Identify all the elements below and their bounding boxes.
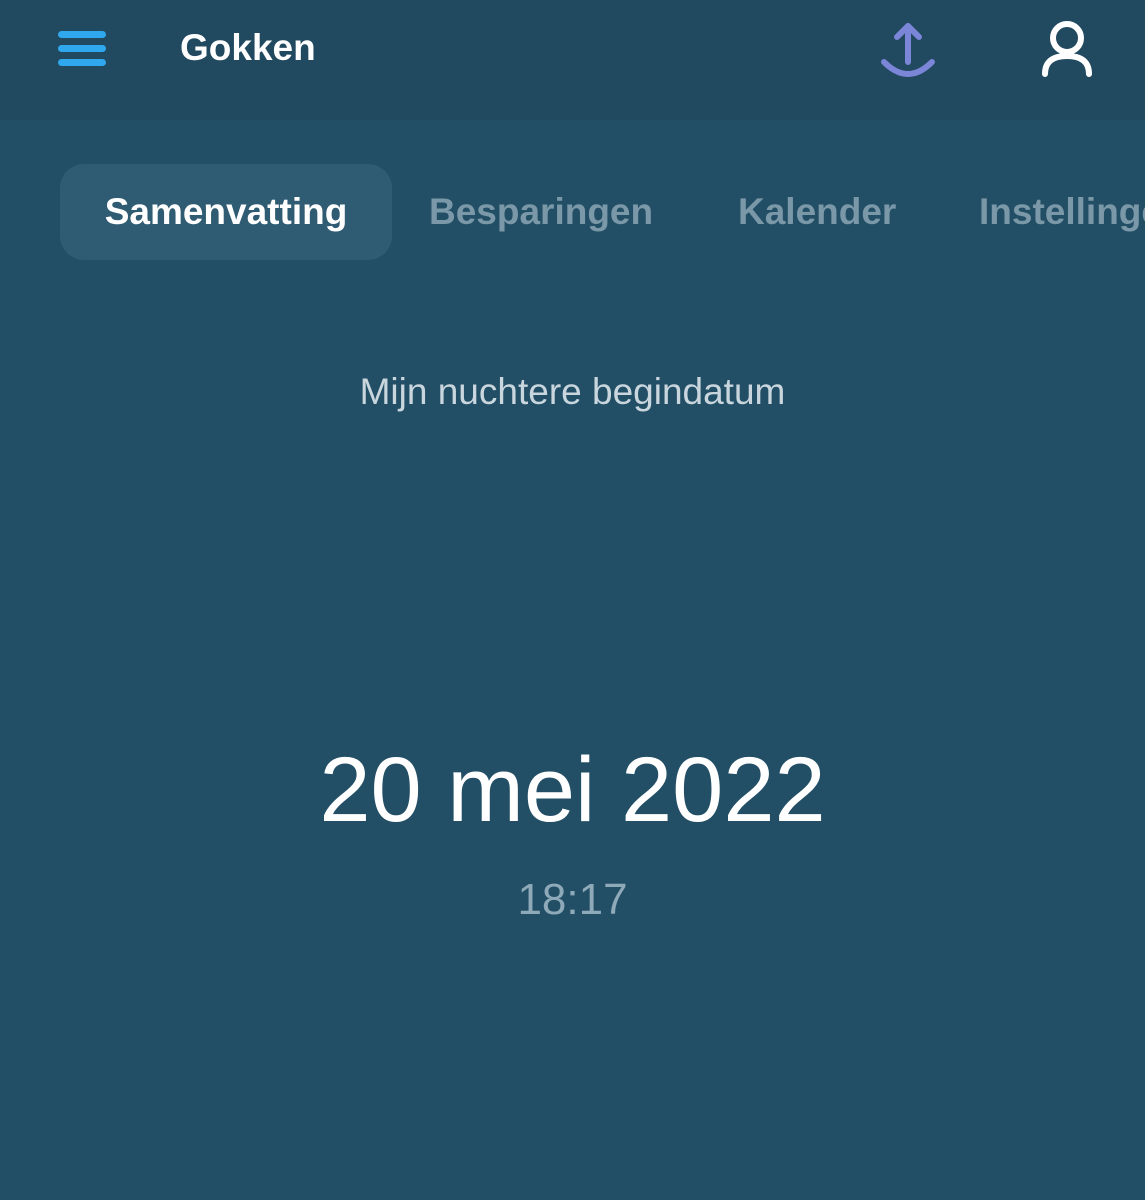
tab-instellingen[interactable]: Instellingen: [979, 164, 1145, 260]
user-profile-icon: [1042, 21, 1092, 77]
tab-besparingen[interactable]: Besparingen: [429, 164, 653, 260]
profile-button[interactable]: [1036, 18, 1098, 80]
sober-start-time: 18:17: [517, 875, 628, 924]
tab-kalender[interactable]: Kalender: [738, 164, 896, 260]
sober-start-date: 20 mei 2022: [319, 739, 826, 841]
share-button[interactable]: [876, 18, 940, 82]
hamburger-menu-icon: [58, 31, 106, 66]
top-app-bar: Gokken: [0, 0, 1145, 120]
tab-bar: Samenvatting Besparingen Kalender Instel…: [0, 164, 1145, 260]
menu-button[interactable]: [58, 30, 106, 68]
app-title: Gokken: [180, 27, 316, 68]
sober-start-label: Mijn nuchtere begindatum: [359, 371, 786, 412]
upload-share-icon: [881, 23, 935, 77]
tab-samenvatting[interactable]: Samenvatting: [60, 164, 392, 260]
